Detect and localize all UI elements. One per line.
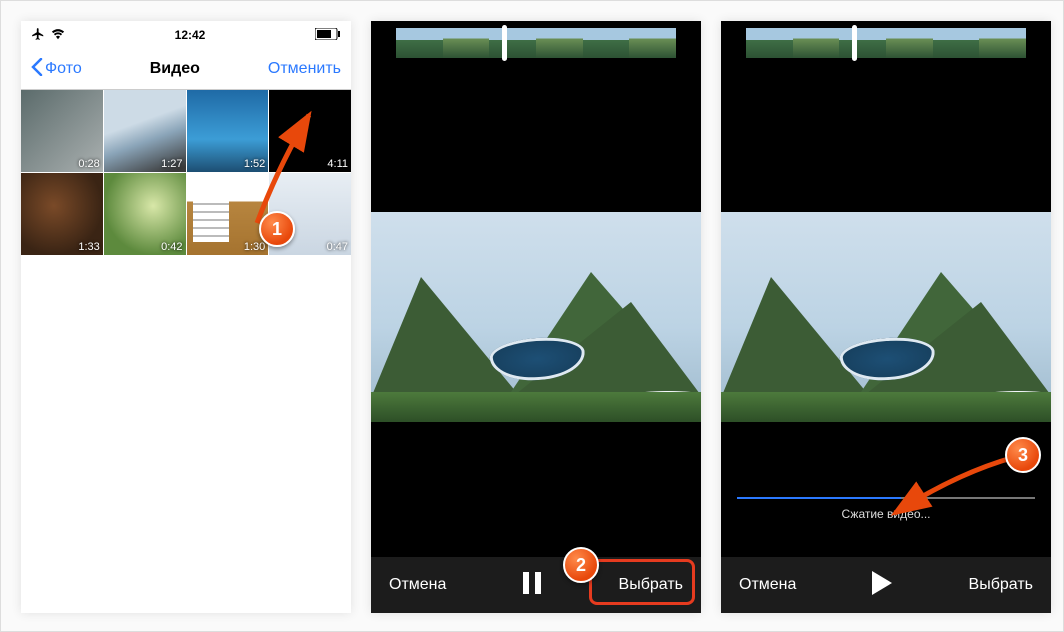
pause-button[interactable]	[523, 572, 541, 599]
video-grid: 0:28 1:27 1:52 4:11 1:33 0:42 1:30 0:47	[21, 90, 351, 255]
chevron-left-icon	[31, 58, 43, 81]
video-thumb[interactable]: 0:42	[104, 173, 186, 255]
player-toolbar: Отмена Выбрать	[371, 557, 701, 613]
nav-bar: Фото Видео Отменить	[21, 49, 351, 90]
video-thumb[interactable]: 1:30	[187, 173, 269, 255]
trim-bar[interactable]	[721, 21, 1051, 65]
progress-track	[737, 497, 1035, 499]
playhead[interactable]	[852, 25, 857, 61]
trim-strip[interactable]	[396, 28, 676, 58]
phone-player-compress: Сжатие видео... Отмена Выбрать	[721, 21, 1051, 613]
annotation-badge-2: 2	[563, 547, 599, 583]
annotation-badge-1: 1	[259, 211, 295, 247]
cancel-button[interactable]: Отменить	[268, 60, 341, 78]
video-thumb[interactable]: 0:28	[21, 90, 103, 172]
cancel-button[interactable]: Отмена	[739, 576, 796, 594]
video-thumb[interactable]: 4:11	[269, 90, 351, 172]
airplane-icon	[31, 27, 45, 44]
progress-label: Сжатие видео...	[737, 507, 1035, 521]
trim-strip[interactable]	[746, 28, 1026, 58]
video-thumb[interactable]: 1:27	[104, 90, 186, 172]
status-bar: 12:42	[21, 21, 351, 49]
back-button[interactable]: Фото	[31, 58, 82, 81]
choose-button[interactable]: Выбрать	[619, 576, 683, 594]
phone-player-select: Отмена Выбрать	[371, 21, 701, 613]
choose-button[interactable]: Выбрать	[969, 576, 1033, 594]
cancel-button[interactable]: Отмена	[389, 576, 446, 594]
tutorial-stage: 12:42 Фото Видео Отменить 0:28 1:27 1:52…	[0, 0, 1064, 632]
play-button[interactable]	[872, 571, 892, 600]
video-preview	[721, 212, 1051, 422]
page-title: Видео	[150, 60, 200, 78]
trim-bar[interactable]	[371, 21, 701, 65]
video-thumb[interactable]: 1:33	[21, 173, 103, 255]
pause-icon	[523, 572, 541, 594]
player-toolbar: Отмена Выбрать	[721, 557, 1051, 613]
progress-fill	[737, 497, 901, 499]
playhead[interactable]	[502, 25, 507, 61]
phone-gallery: 12:42 Фото Видео Отменить 0:28 1:27 1:52…	[21, 21, 351, 613]
compress-progress: Сжатие видео...	[737, 497, 1035, 521]
clock: 12:42	[175, 28, 206, 42]
battery-icon	[315, 28, 341, 43]
video-preview	[371, 212, 701, 422]
video-thumb[interactable]: 1:52	[187, 90, 269, 172]
wifi-icon	[51, 27, 65, 44]
play-icon	[872, 571, 892, 595]
back-label: Фото	[45, 60, 82, 78]
annotation-badge-3: 3	[1005, 437, 1041, 473]
